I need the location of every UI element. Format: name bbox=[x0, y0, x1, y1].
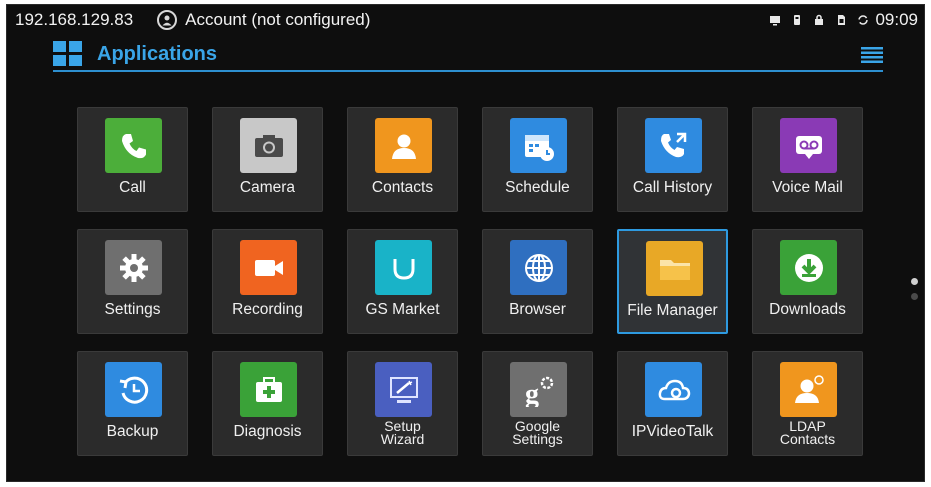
lock-icon bbox=[813, 14, 825, 26]
app-tile-call[interactable]: Call bbox=[77, 107, 188, 212]
app-tile-setup-wizard[interactable]: Setup Wizard bbox=[347, 351, 458, 456]
app-bar: Applications bbox=[53, 39, 883, 75]
cloud-camera-icon bbox=[645, 362, 702, 417]
folder-icon bbox=[646, 241, 703, 296]
gear-icon bbox=[105, 240, 162, 295]
device-screen: 192.168.129.83 Account (not configured) … bbox=[6, 4, 925, 482]
app-label: GS Market bbox=[365, 301, 440, 318]
app-label: Settings bbox=[104, 301, 161, 318]
app-tile-ipvideotalk[interactable]: IPVideoTalk bbox=[617, 351, 728, 456]
clock: 09:09 bbox=[875, 10, 918, 29]
app-label: Contacts bbox=[371, 179, 434, 196]
app-label: Browser bbox=[509, 301, 566, 318]
page-title: Applications bbox=[97, 43, 218, 65]
app-tile-google-settings[interactable]: g Google Settings bbox=[482, 351, 593, 456]
app-tile-schedule[interactable]: Schedule bbox=[482, 107, 593, 212]
page-dot[interactable] bbox=[911, 278, 918, 285]
app-label: Setup Wizard bbox=[380, 418, 425, 447]
app-label: Camera bbox=[239, 179, 296, 196]
svg-text:g: g bbox=[525, 379, 539, 407]
account-status: Account (not configured) bbox=[185, 10, 371, 29]
app-label: Schedule bbox=[505, 179, 570, 196]
status-icons: 09:09 bbox=[769, 10, 918, 30]
app-tile-voice-mail[interactable]: Voice Mail bbox=[752, 107, 863, 212]
account-icon bbox=[157, 10, 178, 30]
app-grid-icon bbox=[53, 41, 83, 67]
app-tile-settings[interactable]: Settings bbox=[77, 229, 188, 334]
app-label: Recording bbox=[232, 301, 303, 318]
video-camera-icon bbox=[240, 240, 297, 295]
status-bar: 192.168.129.83 Account (not configured) … bbox=[7, 5, 924, 35]
google-settings-icon: g bbox=[510, 362, 567, 417]
phone-icon bbox=[105, 118, 162, 173]
app-label: LDAP Contacts bbox=[779, 418, 836, 447]
app-label: Call History bbox=[632, 179, 713, 196]
page-dot[interactable] bbox=[911, 293, 918, 300]
backup-icon bbox=[105, 362, 162, 417]
usb-icon bbox=[791, 14, 803, 26]
app-label: IPVideoTalk bbox=[631, 423, 714, 440]
app-tile-backup[interactable]: Backup bbox=[77, 351, 188, 456]
screen-icon bbox=[769, 14, 781, 26]
app-tile-contacts[interactable]: Contacts bbox=[347, 107, 458, 212]
app-tile-recording[interactable]: Recording bbox=[212, 229, 323, 334]
contact-icon bbox=[375, 118, 432, 173]
voicemail-icon bbox=[780, 118, 837, 173]
globe-icon bbox=[510, 240, 567, 295]
sim-icon bbox=[835, 14, 847, 26]
sync-icon bbox=[857, 14, 869, 26]
app-label: Call bbox=[119, 179, 146, 196]
app-tile-call-history[interactable]: Call History bbox=[617, 107, 728, 212]
app-label: Voice Mail bbox=[772, 179, 843, 196]
app-tile-ldap-contacts[interactable]: LDAP Contacts bbox=[752, 351, 863, 456]
app-tile-diagnosis[interactable]: Diagnosis bbox=[212, 351, 323, 456]
page-indicator bbox=[911, 278, 919, 308]
app-tile-file-manager[interactable]: File Manager bbox=[617, 229, 728, 334]
app-label: Google Settings bbox=[512, 418, 563, 447]
market-icon bbox=[375, 240, 432, 295]
camera-icon bbox=[240, 118, 297, 173]
app-label: Downloads bbox=[769, 301, 846, 318]
app-tile-camera[interactable]: Camera bbox=[212, 107, 323, 212]
app-tile-downloads[interactable]: Downloads bbox=[752, 229, 863, 334]
first-aid-icon bbox=[240, 362, 297, 417]
app-label: Diagnosis bbox=[233, 423, 302, 440]
app-label: Backup bbox=[106, 423, 159, 440]
ldap-contact-icon bbox=[780, 362, 837, 417]
call-history-icon bbox=[645, 118, 702, 173]
ip-address: 192.168.129.83 bbox=[15, 10, 134, 29]
app-tile-browser[interactable]: Browser bbox=[482, 229, 593, 334]
menu-icon[interactable] bbox=[861, 47, 883, 63]
app-bar-divider bbox=[53, 70, 883, 72]
calendar-icon bbox=[510, 118, 567, 173]
download-icon bbox=[780, 240, 837, 295]
wizard-icon bbox=[375, 362, 432, 417]
app-label: File Manager bbox=[627, 302, 718, 319]
app-tile-gs-market[interactable]: GS Market bbox=[347, 229, 458, 334]
